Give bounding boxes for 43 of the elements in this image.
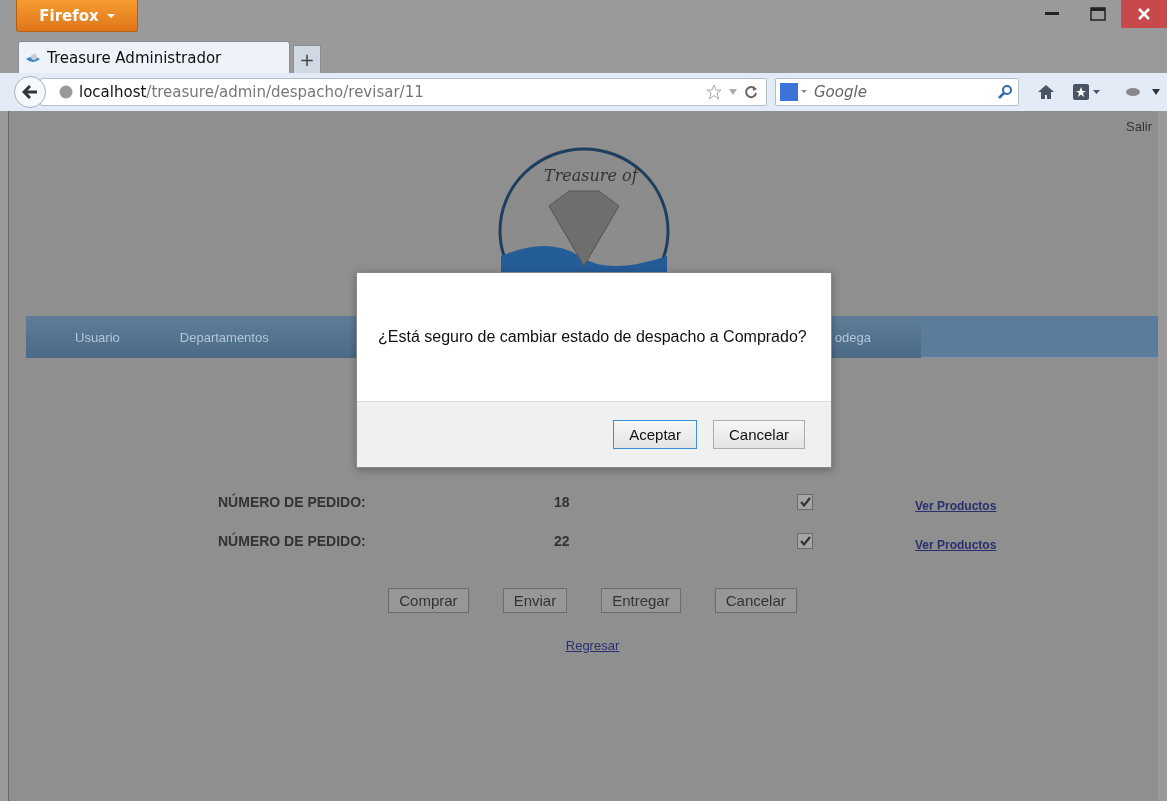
view-products-link[interactable]: Ver Productos [915,499,1158,513]
dialog-button[interactable]: Aceptar [613,420,697,449]
order-number: 18 [554,494,571,510]
home-icon[interactable] [1037,84,1055,100]
search-field[interactable]: Google [775,78,1019,106]
globe-icon [59,85,73,99]
checkmark-icon [799,536,811,546]
nav-menu-item[interactable]: Departamentos [179,329,269,345]
action-button[interactable]: Cancelar [714,588,797,613]
site-favicon [25,51,41,64]
new-tab-button[interactable]: + [293,45,321,73]
minimize-icon [1045,12,1059,16]
caret-icon [106,13,115,18]
search-engine-icon[interactable] [780,83,808,101]
order-label: NÚMERO DE PEDIDO: [218,533,367,549]
address-bar[interactable]: localhost/treasure/admin/despacho/revisar/11 [40,78,767,106]
dropdown-icon[interactable] [1151,88,1161,96]
action-button[interactable]: Entregar [601,588,681,613]
order-label: NÚMERO DE PEDIDO: [218,494,367,510]
action-button[interactable]: Comprar [388,588,469,613]
bookmarks-icon[interactable] [1073,84,1101,100]
dialog-button[interactable]: Cancelar [712,420,805,449]
back-arrow-icon [22,85,38,99]
nav-menu-item[interactable]: Usuario [75,329,120,345]
search-icon[interactable] [998,85,1012,99]
nav-menu-item[interactable]: odega [834,329,871,345]
order-checkbox[interactable] [797,533,813,549]
order-checkbox[interactable] [797,494,813,510]
order-number: 22 [554,533,571,549]
reload-icon[interactable] [744,85,758,99]
dialog-message: ¿Está seguro de cambiar estado de despacho a Comprado? [377,327,808,347]
firefox-menu-button[interactable]: Firefox [16,0,138,32]
checkmark-icon [799,497,811,507]
browser-tab[interactable]: Treasure Administrador [18,41,290,73]
action-button[interactable]: Enviar [502,588,568,613]
view-products-link[interactable]: Ver Productos [915,538,1158,552]
back-button[interactable] [14,76,46,108]
close-icon [1137,7,1151,21]
logout-link[interactable]: Salir [1126,119,1152,134]
back-link[interactable]: Regresar [565,638,620,653]
star-icon[interactable] [706,84,722,100]
close-button[interactable] [1121,0,1167,28]
maximize-icon [1090,7,1106,21]
